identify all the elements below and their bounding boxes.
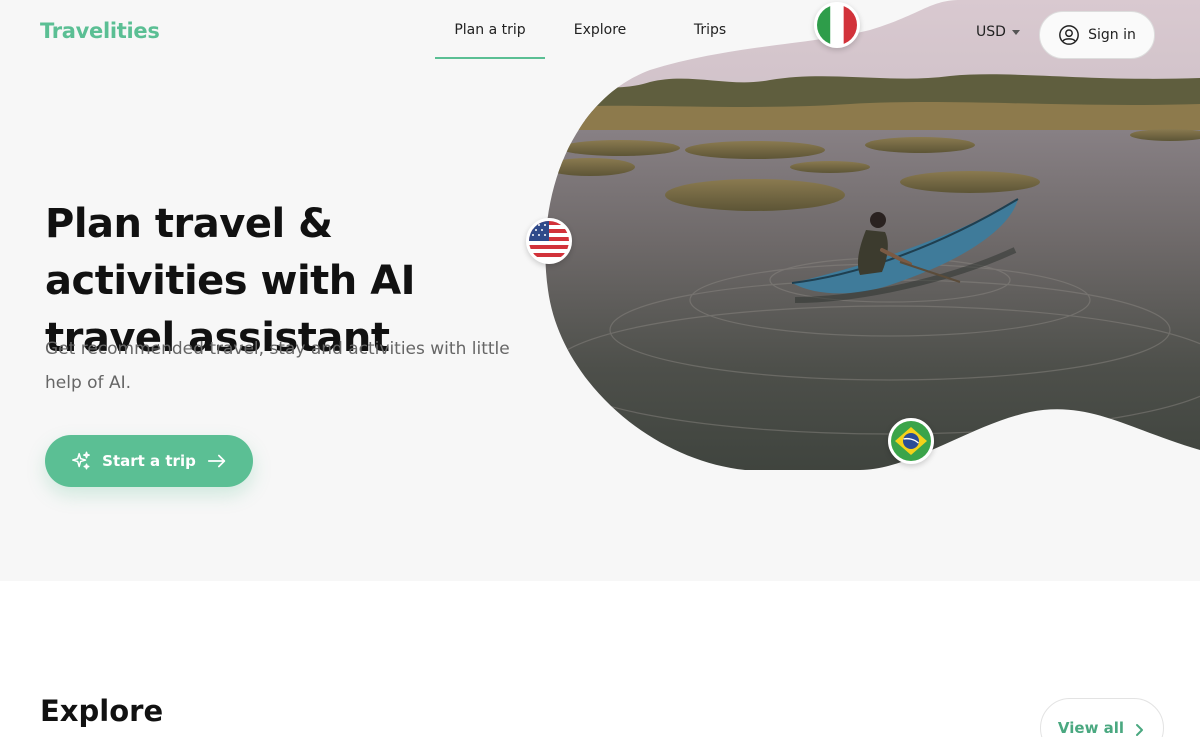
currency-selector[interactable]: USD (976, 24, 1020, 40)
currency-label: USD (976, 24, 1006, 40)
view-all-label: View all (1057, 719, 1125, 737)
hero-subtitle: Get recommended travel, stay and activit… (45, 339, 510, 393)
view-all-button[interactable]: View all (1040, 698, 1164, 737)
user-circle-icon (1059, 25, 1080, 45)
brazil-flag-icon (888, 418, 934, 464)
nav-plan-a-trip[interactable]: Plan a trip (435, 0, 545, 60)
caret-down-icon (1011, 30, 1020, 35)
sign-in-label: Sign in (1088, 27, 1136, 43)
logo[interactable]: Travelities (40, 19, 160, 43)
chevron-right-icon (1136, 724, 1144, 736)
hero-section: Travelities Plan a trip Explore Trips US… (0, 0, 1200, 581)
arrow-right-icon (207, 454, 226, 468)
explore-heading: Explore (40, 694, 164, 728)
sign-in-button[interactable]: Sign in (1039, 11, 1155, 59)
hero-photo (545, 0, 1200, 470)
start-trip-label: Start a trip (102, 452, 196, 470)
sparkles-icon (72, 451, 91, 470)
start-trip-button[interactable]: Start a trip (45, 435, 253, 487)
italy-flag-icon (814, 2, 860, 48)
